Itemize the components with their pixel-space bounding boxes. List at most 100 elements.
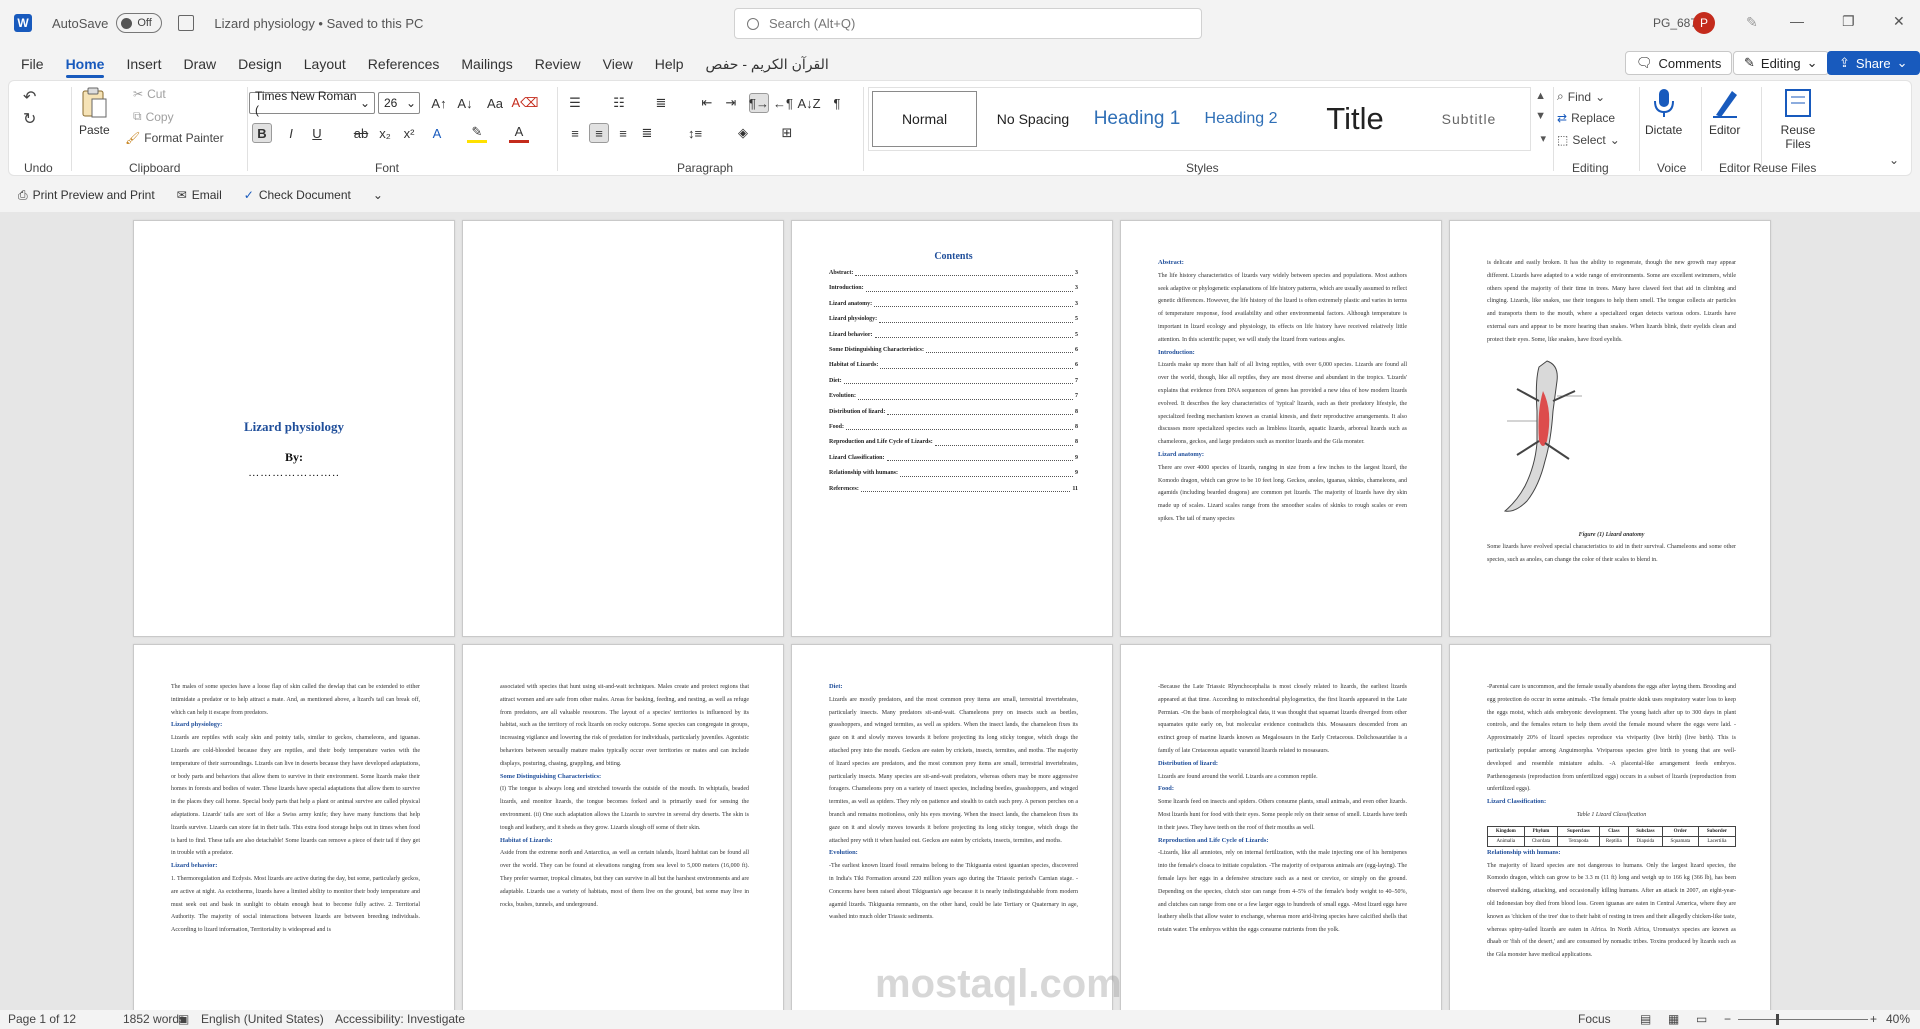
italic-button[interactable]: I bbox=[281, 123, 301, 143]
show-marks-icon[interactable]: ¶ bbox=[827, 93, 847, 113]
replace-button[interactable]: ⇄ Replace bbox=[1557, 111, 1615, 125]
toc-entry[interactable]: Lizard behavior: 5 bbox=[829, 328, 1078, 343]
toc-entry[interactable]: Lizard anatomy: 3 bbox=[829, 297, 1078, 312]
toc-entry[interactable]: Introduction: 3 bbox=[829, 281, 1078, 296]
tab-design[interactable]: Design bbox=[227, 50, 293, 78]
rtl-direction-icon[interactable]: ←¶ bbox=[773, 93, 793, 113]
avatar[interactable]: P bbox=[1693, 12, 1715, 34]
toc-entry[interactable]: Distribution of lizard: 8 bbox=[829, 405, 1078, 420]
underline-button[interactable]: U bbox=[307, 123, 327, 143]
tab-quran[interactable]: القرآن الكريم - حفص bbox=[695, 50, 840, 78]
editing-mode-button[interactable]: ✎ Editing ⌄ bbox=[1733, 51, 1829, 75]
zoom-out-icon[interactable]: − bbox=[1724, 1012, 1731, 1026]
accessibility-status[interactable]: Accessibility: Investigate bbox=[335, 1012, 465, 1026]
style-normal[interactable]: Normal bbox=[872, 91, 977, 147]
clear-format-icon[interactable]: A⌫ bbox=[511, 93, 538, 113]
borders-icon[interactable]: ⊞ bbox=[777, 123, 797, 143]
sort-icon[interactable]: A↓Z bbox=[797, 93, 820, 113]
page-2[interactable] bbox=[462, 220, 784, 637]
paste-button[interactable]: Paste bbox=[79, 87, 110, 137]
tab-draw[interactable]: Draw bbox=[172, 50, 227, 78]
collapse-ribbon-icon[interactable]: ⌄ bbox=[1889, 153, 1899, 167]
focus-button[interactable]: Focus bbox=[1578, 1012, 1611, 1026]
toc-entry[interactable]: Evolution: 7 bbox=[829, 389, 1078, 404]
toc-entry[interactable]: Some Distinguishing Characteristics: 6 bbox=[829, 343, 1078, 358]
page-8[interactable]: Diet: Lizards are mostly predators, and … bbox=[791, 644, 1113, 1010]
font-size-select[interactable]: 26 ⌄ bbox=[378, 92, 420, 114]
check-document-button[interactable]: ✓ Check Document bbox=[244, 188, 351, 202]
word-count[interactable]: 1852 words bbox=[123, 1012, 185, 1026]
toc-entry[interactable]: Abstract: 3 bbox=[829, 266, 1078, 281]
find-button[interactable]: ⌕ Find ⌄ bbox=[1557, 89, 1605, 104]
shading-icon[interactable]: ◈ bbox=[733, 123, 753, 143]
shrink-font-icon[interactable]: A↓ bbox=[455, 93, 475, 113]
cut-button[interactable]: ✂ Cut bbox=[133, 87, 166, 101]
page-5[interactable]: is delicate and easily broken. It has th… bbox=[1449, 220, 1771, 637]
align-left-icon[interactable]: ≡ bbox=[565, 123, 585, 143]
styles-scroll-up-icon[interactable]: ▲ bbox=[1535, 90, 1546, 102]
comments-button[interactable]: 🗨 Comments bbox=[1625, 51, 1733, 75]
bold-button[interactable]: B bbox=[252, 123, 272, 143]
page-9[interactable]: -Because the Late Triassic Rhynchocephal… bbox=[1120, 644, 1442, 1010]
zoom-slider-thumb[interactable] bbox=[1776, 1014, 1779, 1025]
customize-toolbar-icon[interactable]: ⌄ bbox=[373, 188, 383, 202]
numbering-icon[interactable]: ☷ bbox=[609, 93, 629, 113]
tab-view[interactable]: View bbox=[592, 50, 644, 78]
share-button[interactable]: ⇪ Share ⌄ bbox=[1827, 51, 1920, 75]
zoom-in-icon[interactable]: + bbox=[1870, 1012, 1877, 1026]
change-case-icon[interactable]: Aa bbox=[485, 93, 505, 113]
tab-insert[interactable]: Insert bbox=[115, 50, 172, 78]
format-painter-button[interactable]: 🖌 Format Painter bbox=[125, 131, 224, 145]
page-1[interactable]: Lizard physiology By: ………………….. bbox=[133, 220, 455, 637]
close-icon[interactable]: ✕ bbox=[1893, 13, 1905, 30]
subscript-button[interactable]: x₂ bbox=[375, 123, 395, 143]
pen-icon[interactable]: ✎ bbox=[1746, 14, 1758, 31]
tab-references[interactable]: References bbox=[357, 50, 451, 78]
grow-font-icon[interactable]: A↑ bbox=[429, 93, 449, 113]
bullets-icon[interactable]: ☰ bbox=[565, 93, 585, 113]
select-button[interactable]: ⬚ Select ⌄ bbox=[1557, 133, 1620, 147]
zoom-level[interactable]: 40% bbox=[1886, 1012, 1910, 1026]
tab-layout[interactable]: Layout bbox=[293, 50, 357, 78]
tab-home[interactable]: Home bbox=[55, 50, 116, 78]
editor-button[interactable]: Editor bbox=[1709, 87, 1740, 137]
font-name-select[interactable]: Times New Roman (⌄ bbox=[249, 89, 375, 117]
toc-entry[interactable]: Reproduction and Life Cycle of Lizards: 8 bbox=[829, 435, 1078, 450]
superscript-button[interactable]: x² bbox=[399, 123, 419, 143]
justify-icon[interactable]: ≣ bbox=[637, 123, 657, 143]
style-title[interactable]: Title bbox=[1295, 88, 1415, 150]
page-count[interactable]: Page 1 of 12 bbox=[8, 1012, 76, 1026]
search-input[interactable]: Search (Alt+Q) bbox=[734, 8, 1202, 39]
autosave-toggle[interactable]: Off bbox=[116, 13, 163, 33]
decrease-indent-icon[interactable]: ⇤ bbox=[697, 93, 717, 113]
style-heading-2[interactable]: Heading 2 bbox=[1191, 88, 1291, 150]
style-subtitle[interactable]: Subtitle bbox=[1419, 88, 1519, 150]
minimize-icon[interactable]: — bbox=[1790, 13, 1804, 29]
toc-entry[interactable]: Food: 8 bbox=[829, 420, 1078, 435]
copy-button[interactable]: ⧉ Copy bbox=[133, 109, 174, 124]
reuse-files-button[interactable]: Reuse Files bbox=[1771, 87, 1825, 151]
page-3[interactable]: Contents Abstract: 3 Introduction: 3 Lizard … bbox=[791, 220, 1113, 637]
print-layout-icon[interactable]: ▦ bbox=[1668, 1012, 1679, 1026]
page-10[interactable]: -Parental care is uncommon, and the fema… bbox=[1449, 644, 1771, 1010]
page-6[interactable]: The males of some species have a loose f… bbox=[133, 644, 455, 1010]
tab-file[interactable]: File bbox=[10, 50, 55, 78]
styles-more-icon[interactable]: ▾ bbox=[1540, 132, 1546, 145]
page-4[interactable]: Abstract: The life history characteristi… bbox=[1120, 220, 1442, 637]
read-mode-icon[interactable]: ▤ bbox=[1640, 1012, 1651, 1026]
text-effects-icon[interactable]: A bbox=[427, 123, 447, 143]
style-no-spacing[interactable]: No Spacing bbox=[983, 88, 1083, 150]
increase-indent-icon[interactable]: ⇥ bbox=[721, 93, 741, 113]
toc-entry[interactable]: Lizard physiology: 5 bbox=[829, 312, 1078, 327]
highlight-icon[interactable]: ✎ bbox=[467, 123, 487, 143]
email-button[interactable]: ✉ Email bbox=[177, 188, 222, 202]
maximize-icon[interactable]: ❐ bbox=[1842, 13, 1855, 30]
print-preview-button[interactable]: ⎙ Print Preview and Print bbox=[18, 188, 155, 203]
toc-entry[interactable]: Relationship with humans: 9 bbox=[829, 466, 1078, 481]
styles-scroll-down-icon[interactable]: ▼ bbox=[1535, 110, 1546, 122]
align-center-icon[interactable]: ≡ bbox=[589, 123, 609, 143]
toc-entry[interactable]: Diet: 7 bbox=[829, 374, 1078, 389]
save-icon[interactable] bbox=[178, 15, 195, 31]
line-spacing-icon[interactable]: ↕≡ bbox=[685, 123, 705, 143]
multilevel-list-icon[interactable]: ≣ bbox=[651, 93, 671, 113]
